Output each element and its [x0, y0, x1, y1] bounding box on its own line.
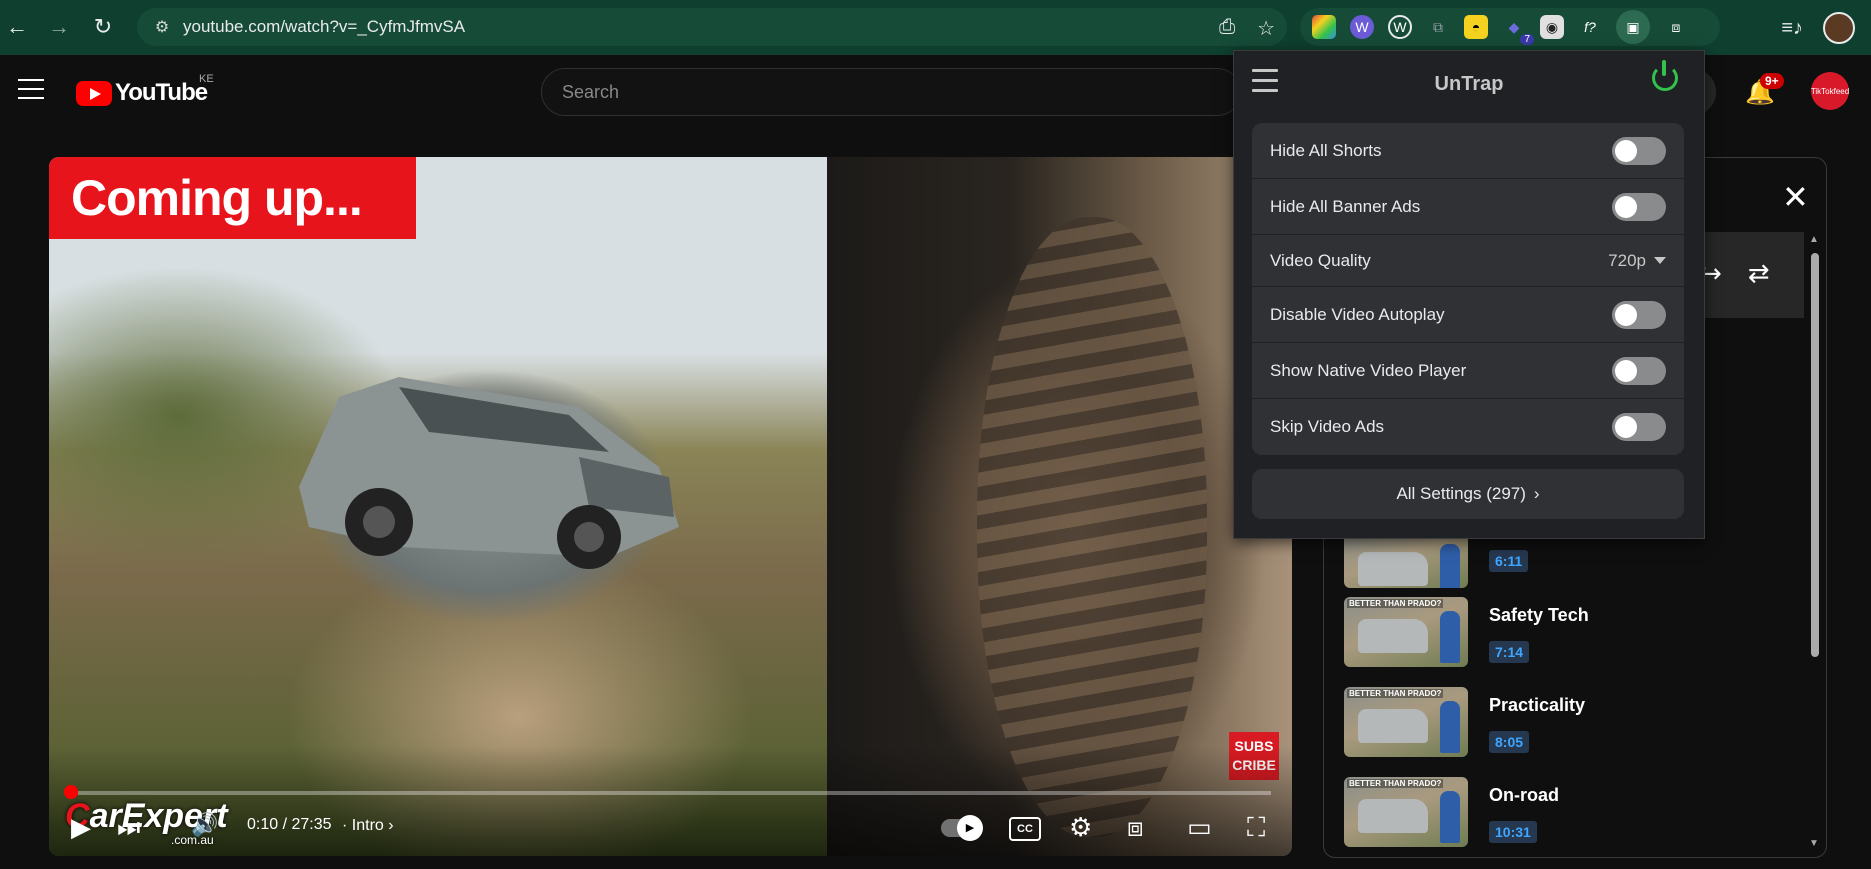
- progress-bar[interactable]: [71, 791, 1271, 795]
- wordtune-ext-icon[interactable]: W: [1350, 15, 1374, 39]
- play-icon[interactable]: ▶: [71, 812, 91, 843]
- untrap-ext-icon[interactable]: ▣: [1616, 10, 1650, 44]
- controls-gradient: [49, 746, 1292, 856]
- setting-row-native-player: Show Native Video Player: [1252, 343, 1684, 399]
- disable-autoplay-toggle[interactable]: [1612, 300, 1666, 329]
- profile-avatar[interactable]: [1823, 12, 1855, 44]
- power-icon[interactable]: [1652, 60, 1678, 91]
- loop-icon[interactable]: ⇄: [1748, 258, 1770, 289]
- country-code: KE: [199, 73, 214, 85]
- guide-menu-icon[interactable]: [18, 79, 44, 106]
- scroll-up-arrow-icon[interactable]: ▲: [1809, 234, 1819, 245]
- address-bar[interactable]: ⚙ youtube.com/watch?v=_CyfmJfmvSA ⎙ ☆: [137, 8, 1287, 46]
- chevron-right-icon: ›: [1533, 484, 1540, 503]
- chapter-title[interactable]: · Intro ›: [342, 817, 394, 835]
- vpn-ext-icon[interactable]: ◆ 7: [1502, 15, 1534, 45]
- chapter-time: 7:14: [1489, 641, 1530, 663]
- coming-up-banner: Coming up...: [49, 157, 416, 239]
- settings-gear-icon[interactable]: ⚙: [1069, 812, 1092, 843]
- suv-image: [299, 377, 679, 569]
- url-text[interactable]: youtube.com/watch?v=_CyfmJfmvSA: [183, 17, 465, 37]
- chapter-thumbnail: BETTER THAN PRADO?: [1344, 597, 1468, 667]
- chapter-time: 8:05: [1489, 731, 1530, 753]
- all-settings-button[interactable]: All Settings (297) ›: [1252, 469, 1684, 519]
- setting-row-disable-autoplay: Disable Video Autoplay: [1252, 287, 1684, 343]
- chapter-item[interactable]: BETTER THAN PRADO? Practicality 8:05: [1344, 687, 1804, 765]
- panel-scrollbar-thumb[interactable]: [1811, 253, 1819, 657]
- chapter-time: 6:11: [1489, 550, 1529, 572]
- notification-count-badge: 9+: [1760, 73, 1784, 89]
- chapter-thumbnail: BETTER THAN PRADO?: [1344, 687, 1468, 757]
- fullscreen-icon[interactable]: ⛶: [1247, 812, 1265, 844]
- search-box[interactable]: [541, 68, 1241, 116]
- youtube-logo[interactable]: YouTube: [76, 79, 208, 107]
- ghost-ext-icon[interactable]: ◉: [1540, 15, 1564, 39]
- search-input[interactable]: [560, 80, 1240, 104]
- forward-icon[interactable]: →: [42, 10, 76, 44]
- browser-toolbar: ← → ↻ ⚙ youtube.com/watch?v=_CyfmJfmvSA …: [0, 0, 1871, 55]
- reload-icon[interactable]: ↻: [86, 10, 120, 44]
- theater-mode-icon[interactable]: ▭: [1187, 812, 1212, 843]
- setting-row-skip-ads: Skip Video Ads: [1252, 399, 1684, 455]
- extensions-puzzle-icon[interactable]: ⧈: [1664, 15, 1688, 39]
- chapter-title: Safety Tech: [1489, 605, 1589, 625]
- video-player[interactable]: Coming up... SUBS CRIBE CarExpert .com.a…: [49, 157, 1292, 856]
- bookmark-star-icon[interactable]: ☆: [1257, 16, 1275, 41]
- video-quality-select[interactable]: 720p: [1608, 251, 1666, 271]
- volume-icon[interactable]: 🔊: [191, 812, 218, 838]
- formula-ext-icon[interactable]: f?: [1578, 15, 1602, 39]
- chapter-item[interactable]: BETTER THAN PRADO? Safety Tech 7:14: [1344, 597, 1804, 675]
- untrap-settings-list: Hide All Shorts Hide All Banner Ads Vide…: [1252, 123, 1684, 455]
- next-video-icon[interactable]: ⏭: [117, 812, 140, 844]
- chapter-thumbnail: BETTER THAN PRADO?: [1344, 777, 1468, 847]
- youtube-play-icon: [76, 80, 112, 106]
- back-icon[interactable]: ←: [0, 10, 34, 44]
- account-avatar[interactable]: TikTokfeed: [1811, 72, 1849, 110]
- autoplay-toggle[interactable]: [941, 815, 983, 841]
- media-controls-icon[interactable]: ≡♪: [1781, 17, 1803, 40]
- scroll-down-arrow-icon[interactable]: ▼: [1809, 838, 1819, 849]
- untrap-title: UnTrap: [1434, 73, 1504, 95]
- site-settings-icon[interactable]: ⚙: [147, 17, 177, 37]
- glasses-ext-icon[interactable]: ◓: [1464, 15, 1488, 39]
- chapter-time: 10:31: [1489, 821, 1537, 843]
- native-player-toggle[interactable]: [1612, 356, 1666, 385]
- skip-ads-toggle[interactable]: [1612, 413, 1666, 441]
- install-app-icon[interactable]: ⎙: [1219, 16, 1235, 41]
- untrap-popup: UnTrap Hide All Shorts Hide All Banner A…: [1233, 50, 1705, 539]
- setting-row-hide-banner-ads: Hide All Banner Ads: [1252, 179, 1684, 235]
- tire-image: [977, 217, 1207, 837]
- chapter-title: Practicality: [1489, 695, 1586, 715]
- wordpress-ext-icon[interactable]: W: [1388, 15, 1412, 39]
- color-palette-ext-icon[interactable]: [1312, 15, 1336, 39]
- chapter-title: On-road: [1489, 785, 1559, 805]
- chapter-item[interactable]: BETTER THAN PRADO? On-road 10:31: [1344, 777, 1804, 855]
- setting-row-video-quality: Video Quality 720p: [1252, 235, 1684, 287]
- copy-ext-icon[interactable]: ⧉: [1426, 15, 1450, 39]
- time-display: 0:10 / 27:35: [247, 816, 332, 833]
- dropdown-caret-icon: [1654, 257, 1666, 264]
- hide-shorts-toggle[interactable]: [1612, 136, 1666, 165]
- extensions-bar: W W ⧉ ◓ ◆ 7 ◉ f? ▣ ⧈: [1300, 8, 1720, 46]
- hide-banner-ads-toggle[interactable]: [1612, 192, 1666, 221]
- setting-row-hide-shorts: Hide All Shorts: [1252, 123, 1684, 179]
- captions-icon[interactable]: CC: [1009, 817, 1041, 841]
- close-panel-icon[interactable]: ✕: [1782, 178, 1809, 216]
- miniplayer-icon[interactable]: ⧈: [1127, 812, 1144, 844]
